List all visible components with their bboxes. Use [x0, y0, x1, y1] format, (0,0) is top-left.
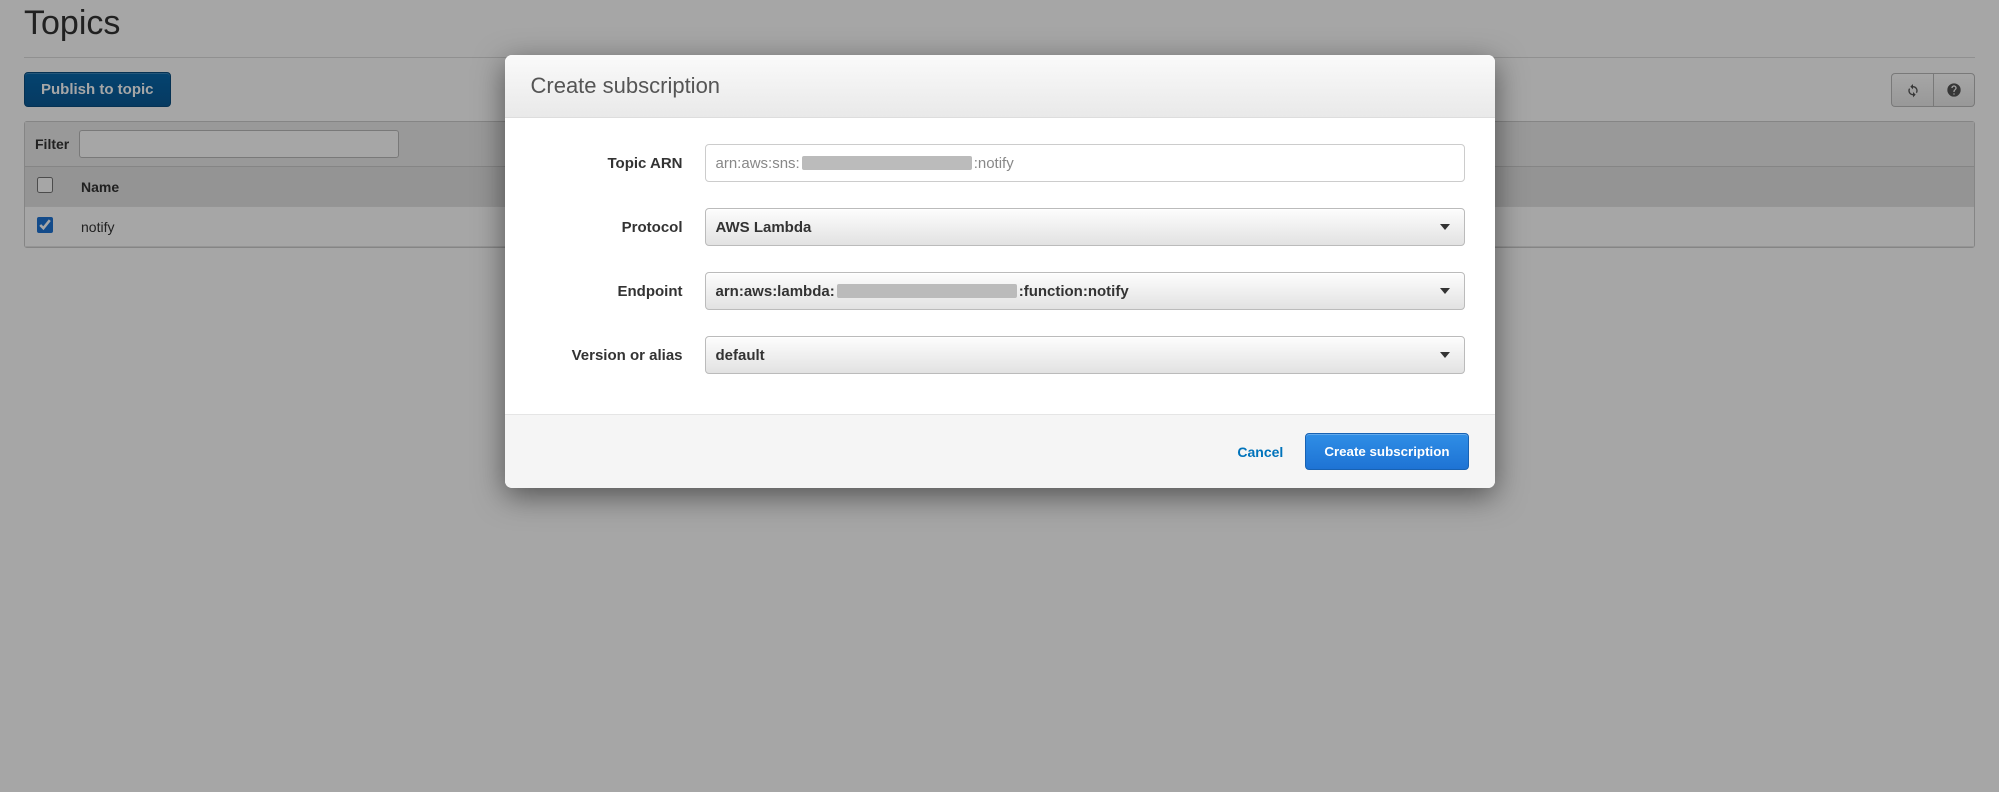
chevron-down-icon	[1440, 224, 1450, 230]
endpoint-prefix: arn:aws:lambda:	[716, 283, 835, 300]
redacted-region-account	[802, 156, 972, 170]
dialog-title: Create subscription	[505, 55, 1495, 118]
version-select[interactable]: default	[705, 336, 1465, 374]
topic-arn-input[interactable]: arn:aws:sns: :notify	[705, 144, 1465, 182]
chevron-down-icon	[1440, 288, 1450, 294]
topic-arn-label: Topic ARN	[535, 155, 705, 172]
protocol-value: AWS Lambda	[716, 219, 812, 236]
create-subscription-button[interactable]: Create subscription	[1305, 433, 1468, 470]
cancel-button[interactable]: Cancel	[1237, 444, 1283, 460]
protocol-select[interactable]: AWS Lambda	[705, 208, 1465, 246]
protocol-label: Protocol	[535, 219, 705, 236]
redacted-region-account	[837, 284, 1017, 298]
modal-overlay: Create subscription Topic ARN arn:aws:sn…	[0, 0, 1999, 792]
create-subscription-dialog: Create subscription Topic ARN arn:aws:sn…	[505, 55, 1495, 488]
chevron-down-icon	[1440, 352, 1450, 358]
endpoint-suffix: :function:notify	[1019, 283, 1129, 300]
version-label: Version or alias	[535, 347, 705, 364]
topic-arn-suffix: :notify	[974, 155, 1014, 172]
endpoint-select[interactable]: arn:aws:lambda: :function:notify	[705, 272, 1465, 310]
endpoint-label: Endpoint	[535, 283, 705, 300]
topic-arn-prefix: arn:aws:sns:	[716, 155, 800, 172]
version-value: default	[716, 347, 765, 364]
